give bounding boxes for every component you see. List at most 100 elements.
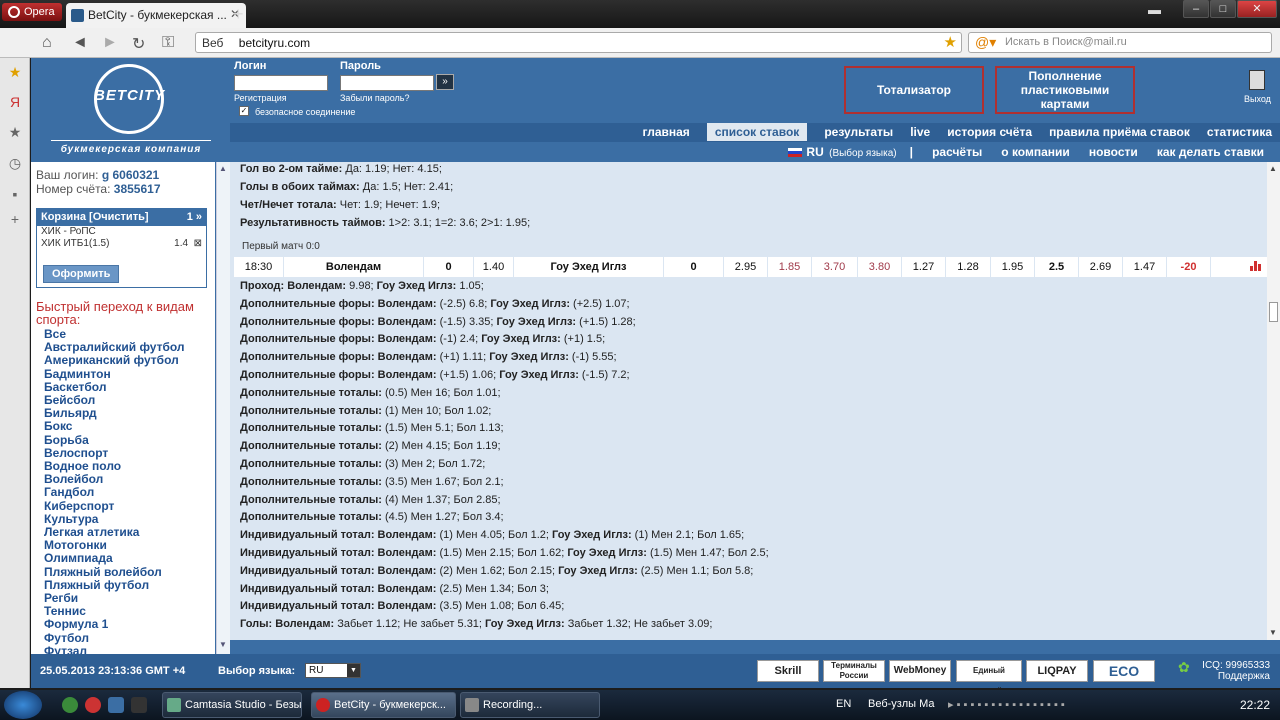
sport-link[interactable]: Олимпиада (44, 552, 185, 565)
show-desktop-icon[interactable] (131, 697, 147, 713)
place-order-button[interactable]: Оформить (43, 265, 120, 283)
task-opera[interactable]: BetCity - букмекерск... (311, 692, 456, 718)
remove-item-icon[interactable]: ⊠ (194, 238, 202, 249)
menu-settlements[interactable]: расчёты (932, 145, 982, 159)
sport-link[interactable]: Гандбол (44, 486, 185, 499)
forward-icon[interactable]: ► (102, 34, 118, 52)
bookmarks-icon[interactable]: ★ (7, 64, 23, 80)
totalizator-button[interactable]: Тотализатор (844, 66, 984, 114)
menu-separator: | (909, 145, 914, 159)
odds-cell[interactable]: 2.95 (724, 257, 768, 277)
payment-skrill[interactable]: Skrill (757, 660, 819, 682)
odds-cell[interactable]: 3.70 (812, 257, 858, 277)
payment-liqpay[interactable]: LIQPAY (1026, 660, 1088, 682)
menu-live[interactable]: live (910, 125, 930, 139)
login-submit-button[interactable]: » (436, 74, 454, 90)
input-language[interactable]: EN (836, 698, 851, 710)
search-engine-icon[interactable]: @▾ (975, 34, 996, 51)
odds-cell[interactable]: 3.80 (858, 257, 902, 277)
password-input[interactable] (340, 75, 434, 91)
start-button[interactable] (4, 691, 42, 719)
payment-eco[interactable]: ECO (1093, 660, 1155, 682)
menu-results[interactable]: результаты (824, 125, 893, 139)
yandex-icon[interactable]: Я (7, 94, 23, 110)
bookmark-star-icon[interactable]: ★ (944, 33, 957, 51)
sidebar-scrollbar[interactable]: ▲ ▼ (216, 162, 230, 654)
register-link[interactable]: Регистрация (234, 93, 287, 103)
tray-icons[interactable]: ▸ ▪ ▪ ▪ ▪ ▪ ▪ ▪ ▪ ▪ ▪ ▪ ▪ ▪ ▪ ▪ ▪ (948, 698, 1065, 711)
history-icon[interactable]: ◷ (7, 155, 23, 171)
sport-link[interactable]: Киберспорт (44, 499, 185, 513)
menu-bet-list[interactable]: список ставок (706, 123, 808, 141)
bet-line: Дополнительные тоталы: (4) Мен 1.37; Бол… (240, 493, 501, 506)
sport-link[interactable]: Формула 1 (44, 618, 185, 631)
quicklaunch-icon[interactable] (108, 697, 124, 713)
payment-webmoney[interactable]: WebMoney (889, 660, 951, 682)
wordpress-icon[interactable] (62, 697, 78, 713)
sport-link[interactable]: Американский футбол (44, 354, 185, 367)
opera-menu-button[interactable]: Opera (2, 3, 62, 21)
forgot-password-link[interactable]: Забыли пароль? (340, 93, 409, 103)
menu-rules[interactable]: правила приёма ставок (1049, 125, 1190, 139)
menu-account-history[interactable]: история счёта (947, 125, 1032, 139)
stats-chart-icon[interactable] (1250, 261, 1262, 271)
notes-icon[interactable]: ▪ (7, 186, 23, 202)
odds-cell[interactable]: 1.95 (991, 257, 1035, 277)
topup-cards-button[interactable]: Пополнение пластиковыми картами (995, 66, 1135, 114)
payment-wallet[interactable]: Единый кошелёк (956, 660, 1022, 688)
odds-cell[interactable]: 1.27 (902, 257, 946, 277)
sport-link[interactable]: Пляжный волейбол (44, 565, 185, 579)
sport-link[interactable]: Футбол (44, 631, 185, 645)
home-icon[interactable]: ⌂ (42, 34, 52, 52)
scroll-down-icon[interactable]: ▼ (1269, 628, 1277, 637)
reload-icon[interactable]: ↻ (132, 34, 145, 54)
new-tab-icon[interactable]: + (233, 4, 244, 25)
search-field[interactable]: @▾ Искать в Поиск@mail.ru (968, 32, 1272, 53)
minimize-button[interactable]: – (1183, 0, 1209, 18)
language-selector[interactable]: RU (Выбор языка) (788, 145, 897, 159)
favorites-icon[interactable]: ★ (7, 124, 23, 140)
menu-home[interactable]: главная (643, 125, 690, 139)
cart-header[interactable]: Корзина [Очистить] 1 » (37, 209, 206, 226)
menu-statistics[interactable]: статистика (1207, 125, 1272, 139)
address-field[interactable]: Веб betcityru.com ★ (195, 32, 962, 53)
scroll-thumb[interactable] (1269, 302, 1278, 322)
sport-link[interactable]: Бокс (44, 420, 185, 433)
payment-terminals[interactable]: Терминалы России (823, 660, 885, 682)
quicklaunch-icon[interactable] (85, 697, 101, 713)
language-select[interactable]: RU ▼ (305, 663, 361, 678)
back-icon[interactable]: ◄ (72, 34, 88, 52)
odds-cell[interactable]: 1.47 (1123, 257, 1167, 277)
odds-cell[interactable]: 2.69 (1079, 257, 1123, 277)
odds-cell[interactable]: -20 (1167, 257, 1211, 277)
sport-link[interactable]: Бадминтон (44, 367, 185, 381)
maximize-button[interactable]: □ (1210, 0, 1236, 18)
add-panel-icon[interactable]: + (7, 211, 23, 227)
odds-cell[interactable]: 2.5 (1035, 257, 1079, 277)
login-input[interactable] (234, 75, 328, 91)
sport-link[interactable]: Борьба (44, 433, 185, 447)
betcity-logo[interactable]: BETCITY букмекерская компания (31, 58, 231, 162)
key-icon[interactable]: ⚿ (162, 34, 174, 52)
task-recording[interactable]: Recording... (460, 692, 600, 718)
secure-connection-checkbox[interactable]: ✓ (239, 106, 249, 116)
icq-support[interactable]: ✿ ICQ: 99965333 Поддержка (1178, 660, 1270, 682)
odds-cell[interactable]: 1.28 (946, 257, 991, 277)
scroll-up-icon[interactable]: ▲ (219, 164, 227, 173)
menu-how-to-bet[interactable]: как делать ставки (1157, 145, 1264, 159)
folder-toolbar[interactable]: Веб-узлы Ма (868, 698, 935, 710)
browser-tab[interactable]: BetCity - букмекерская ... ✕ (66, 3, 246, 28)
scroll-up-icon[interactable]: ▲ (1269, 164, 1277, 173)
menu-about[interactable]: о компании (1001, 145, 1069, 159)
odds-cell[interactable]: 1.85 (768, 257, 812, 277)
sport-link[interactable]: Футзал (44, 644, 185, 654)
system-clock[interactable]: 22:22 (1240, 698, 1270, 712)
content-scrollbar[interactable]: ▲ ▼ (1267, 162, 1280, 640)
task-camtasia[interactable]: Camtasia Studio - Безы... (162, 692, 302, 718)
close-window-button[interactable]: ✕ (1237, 0, 1277, 18)
menu-news[interactable]: новости (1089, 145, 1138, 159)
event-odd1[interactable]: 1.40 (474, 257, 514, 277)
tab-list-icon[interactable]: ▬ (1148, 2, 1161, 17)
scroll-down-icon[interactable]: ▼ (219, 640, 227, 649)
exit-button[interactable]: Выход (1244, 70, 1271, 108)
